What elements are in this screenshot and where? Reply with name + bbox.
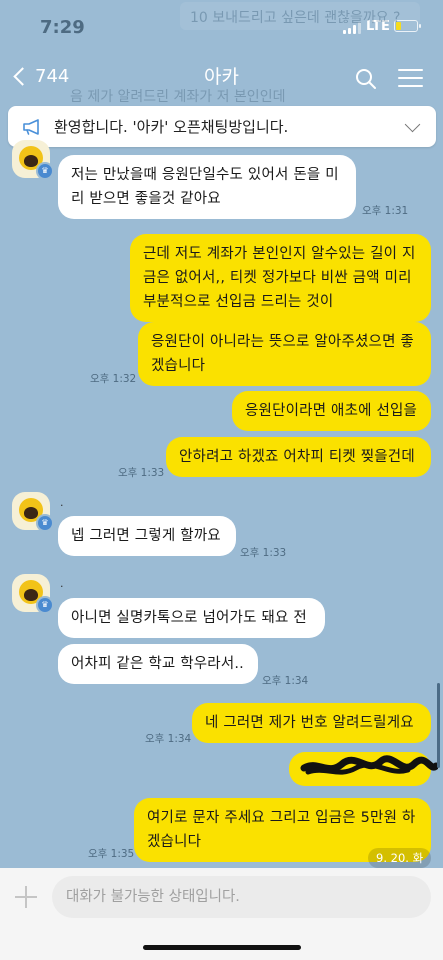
home-indicator[interactable] xyxy=(143,945,301,950)
sender-name: . xyxy=(60,496,64,509)
message-time: 오후 1:34 xyxy=(262,675,309,687)
message-bubble-incoming: 넵 그러면 그렇게 할까요 xyxy=(58,516,236,556)
message-time: 오후 1:34 xyxy=(145,733,192,745)
sender-name: . xyxy=(60,577,64,590)
date-chip: 9. 20. 화 xyxy=(368,848,432,868)
message-bubble-incoming: 어차피 같은 학교 학우라서.. xyxy=(58,644,258,684)
message-input[interactable] xyxy=(52,876,431,918)
message-time: 오후 1:32 xyxy=(90,373,137,385)
scrollbar[interactable] xyxy=(437,683,440,768)
message-time: 오후 1:35 xyxy=(88,848,135,860)
search-icon[interactable] xyxy=(355,68,377,90)
message-time: 오후 1:33 xyxy=(118,467,165,479)
message-bubble-outgoing: 응원단이라면 애초에 선입을 xyxy=(232,391,431,431)
avatar[interactable]: ♛ xyxy=(12,492,54,532)
chevron-down-icon[interactable] xyxy=(404,116,421,133)
message-time: 오후 1:33 xyxy=(240,547,287,559)
crown-icon: ♛ xyxy=(36,596,54,614)
chat-header: 744 아카 xyxy=(0,56,443,104)
message-bubble-outgoing: 네 그러면 제가 번호 알려드릴게요 xyxy=(192,703,431,743)
message-bubble-outgoing: 근데 저도 계좌가 본인인지 알수있는 길이 지금은 없어서,, 티켓 정가보다… xyxy=(130,234,431,322)
message-bubble-incoming: 저는 만났을때 응원단일수도 있어서 돈을 미리 받으면 좋을것 같아요 xyxy=(58,155,356,219)
notice-banner[interactable]: 환영합니다. '아카' 오픈채팅방입니다. xyxy=(8,106,436,147)
menu-icon[interactable] xyxy=(398,69,423,87)
avatar[interactable]: ♛ xyxy=(12,140,54,180)
redaction-scribble xyxy=(300,755,438,775)
crown-icon: ♛ xyxy=(36,162,54,180)
message-bubble-outgoing: 안하려고 하겠죠 어차피 티켓 찢을건데 xyxy=(166,437,431,477)
status-time: 7:29 xyxy=(40,17,85,38)
notice-text: 환영합니다. '아카' 오픈채팅방입니다. xyxy=(54,118,289,136)
crown-icon: ♛ xyxy=(36,514,54,532)
ghost-message-top: 10 보내드리고 싶은데 괜찮을까요 ? xyxy=(180,2,420,30)
avatar[interactable]: ♛ xyxy=(12,574,54,614)
megaphone-icon xyxy=(23,118,39,135)
message-bubble-outgoing: 응원단이 아니라는 뜻으로 알아주셨으면 좋겠습니다 xyxy=(138,322,431,386)
plus-icon[interactable] xyxy=(13,884,39,910)
message-time: 오후 1:31 xyxy=(362,205,409,217)
message-bubble-incoming: 아니면 실명카톡으로 넘어가도 돼요 전 xyxy=(58,598,325,638)
